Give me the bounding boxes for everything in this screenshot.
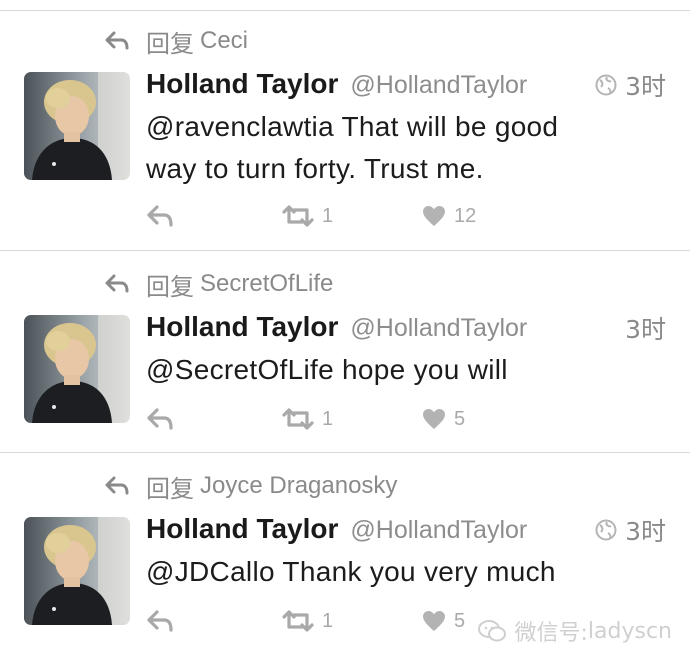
retweet-icon <box>282 610 314 632</box>
reply-context[interactable]: 回复 Joyce Draganosky <box>104 471 397 503</box>
action-bar: 1 12 <box>146 200 666 232</box>
time-label: 3时 <box>625 315 666 344</box>
display-name[interactable]: Holland Taylor <box>146 513 338 545</box>
retweet-button[interactable]: 1 <box>280 609 333 633</box>
wechat-icon <box>478 620 507 642</box>
reply-arrow-icon <box>105 274 129 293</box>
reply-arrow-icon[interactable] <box>146 407 174 431</box>
reply-to-name[interactable]: Joyce Draganosky <box>200 472 397 500</box>
time-label: 3时 <box>625 72 666 101</box>
tweet-text-line: @ravenclawtia That will be good <box>146 111 559 142</box>
like-button[interactable]: 5 <box>422 407 465 431</box>
tweet-text-line: way to turn forty. Trust me. <box>146 153 484 184</box>
avatar[interactable] <box>24 72 130 180</box>
reply-to-name[interactable]: SecretOfLife <box>200 270 333 298</box>
tweet-text: @SecretOfLife hope you will <box>146 349 666 391</box>
avatar[interactable] <box>24 517 130 625</box>
retweet-count: 1 <box>322 204 334 227</box>
heart-icon <box>423 206 445 226</box>
user-handle[interactable]: @HollandTaylor <box>350 516 527 545</box>
author-row[interactable]: Holland Taylor @HollandTaylor <box>146 68 527 102</box>
timestamp[interactable]: 3时 <box>625 311 666 345</box>
like-count: 5 <box>454 407 466 430</box>
like-count: 5 <box>454 609 466 632</box>
heart-icon <box>423 611 445 631</box>
author-row[interactable]: Holland Taylor @HollandTaylor <box>146 311 527 345</box>
reply-prefix: 回复 <box>146 29 194 58</box>
reply-context[interactable]: 回复 SecretOfLife <box>104 269 333 301</box>
like-button[interactable]: 5 <box>422 609 465 633</box>
reply-arrow-icon <box>105 476 129 495</box>
reply-to-name[interactable]: Ceci <box>200 27 248 55</box>
author-row[interactable]: Holland Taylor @HollandTaylor <box>146 513 527 547</box>
user-handle[interactable]: @HollandTaylor <box>350 71 527 100</box>
timestamp[interactable]: 3时 <box>595 68 666 102</box>
reply-context[interactable]: 回复 Ceci <box>104 26 248 58</box>
watermark-label: 微信号: <box>514 621 588 646</box>
tweet-text: @ravenclawtia That will be good way to t… <box>146 106 666 190</box>
retweet-button[interactable]: 1 <box>280 407 333 431</box>
profile-photo <box>24 315 130 423</box>
retweet-button[interactable]: 1 <box>280 204 333 228</box>
like-count: 12 <box>454 204 477 227</box>
profile-photo <box>24 72 130 180</box>
profile-photo <box>24 517 130 625</box>
reply-prefix: 回复 <box>146 272 194 301</box>
tweet-divider <box>0 250 690 251</box>
avatar[interactable] <box>24 315 130 423</box>
globe-icon <box>595 74 617 96</box>
globe-icon <box>595 519 617 541</box>
tweet-divider <box>0 452 690 453</box>
action-bar: 1 5 <box>146 403 666 435</box>
heart-icon <box>423 409 445 429</box>
watermark-account: ladyscn <box>587 618 672 644</box>
display-name[interactable]: Holland Taylor <box>146 311 338 343</box>
watermark: 微信号: ladyscn <box>478 615 672 647</box>
retweet-icon <box>282 408 314 430</box>
tweet-text-line: @JDCallo Thank you very much <box>146 556 556 587</box>
tweet-text: @JDCallo Thank you very much <box>146 551 666 593</box>
user-handle[interactable]: @HollandTaylor <box>350 314 527 343</box>
like-button[interactable]: 12 <box>422 204 476 228</box>
reply-arrow-icon[interactable] <box>146 609 174 633</box>
timestamp[interactable]: 3时 <box>595 513 666 547</box>
top-divider <box>0 10 690 11</box>
display-name[interactable]: Holland Taylor <box>146 68 338 100</box>
retweet-icon <box>282 205 314 227</box>
reply-prefix: 回复 <box>146 474 194 503</box>
reply-arrow-icon <box>105 31 129 50</box>
reply-arrow-icon[interactable] <box>146 204 174 228</box>
time-label: 3时 <box>625 517 666 546</box>
tweet-text-line: @SecretOfLife hope you will <box>146 354 508 385</box>
retweet-count: 1 <box>322 407 334 430</box>
retweet-count: 1 <box>322 609 334 632</box>
